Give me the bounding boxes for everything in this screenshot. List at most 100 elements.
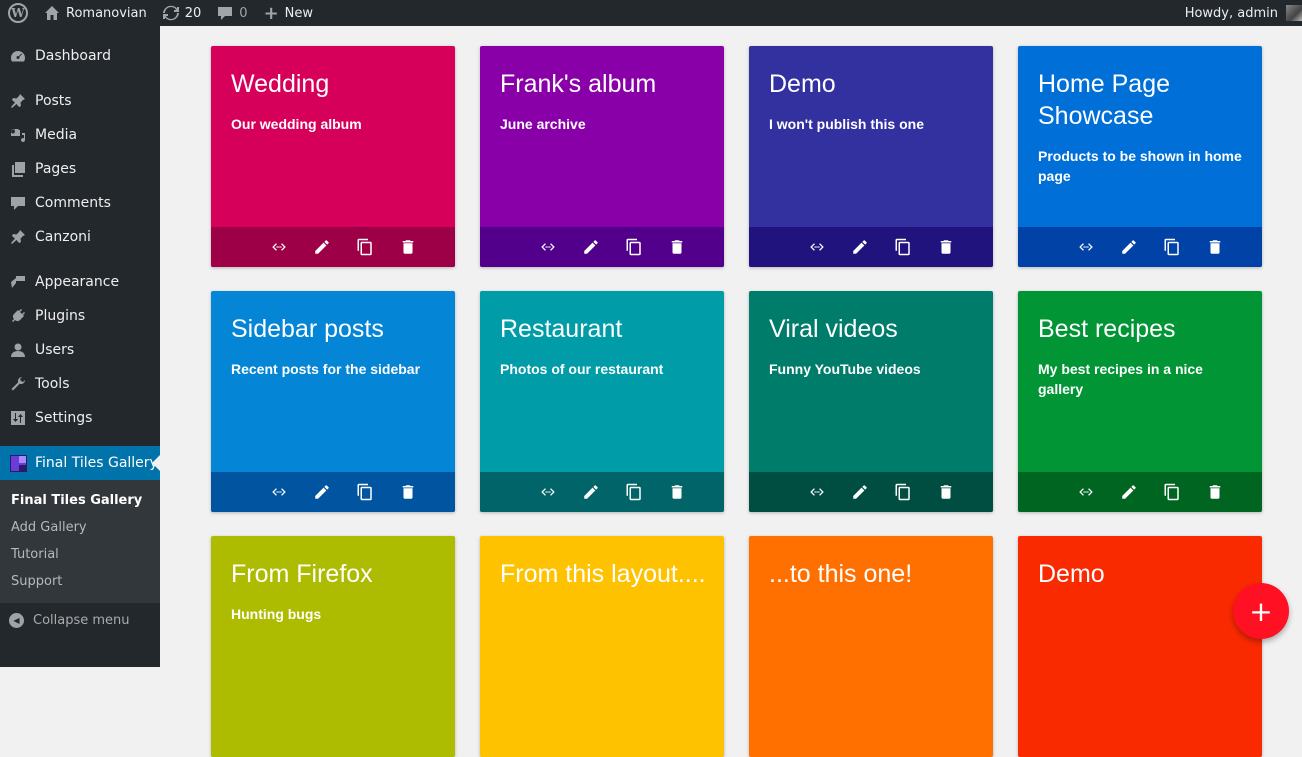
- gallery-tile[interactable]: From Firefox Hunting bugs: [211, 536, 455, 757]
- user-icon: [8, 342, 28, 358]
- copy-icon: [357, 483, 372, 501]
- code-icon: [271, 243, 286, 251]
- sidebar-item-settings[interactable]: Settings: [0, 401, 160, 435]
- delete-button[interactable]: [386, 477, 429, 507]
- shortcode-button[interactable]: [526, 232, 569, 262]
- sidebar-item-pages[interactable]: Pages: [0, 152, 160, 186]
- pencil-icon: [583, 240, 598, 254]
- edit-button[interactable]: [300, 232, 343, 262]
- delete-button[interactable]: [655, 477, 698, 507]
- shortcode-button[interactable]: [1064, 232, 1107, 262]
- gallery-description: Funny YouTube videos: [769, 361, 921, 377]
- sidebar-item-final-tiles-gallery[interactable]: Final Tiles Gallery: [0, 446, 160, 480]
- gallery-tile[interactable]: Best recipes My best recipes in a nice g…: [1018, 291, 1262, 512]
- gallery-tile[interactable]: Frank's album June archive: [480, 46, 724, 267]
- collapse-menu-label: Collapse menu: [33, 612, 130, 628]
- edit-button[interactable]: [569, 232, 612, 262]
- clone-button[interactable]: [1150, 477, 1193, 507]
- delete-button[interactable]: [1193, 477, 1236, 507]
- gallery-actions-bar: [1018, 227, 1262, 267]
- gallery-tile[interactable]: Viral videos Funny YouTube videos: [749, 291, 993, 512]
- edit-button[interactable]: [569, 477, 612, 507]
- submenu-support[interactable]: Support: [0, 568, 160, 595]
- sidebar-item-label: Settings: [35, 410, 93, 426]
- collapse-menu-button[interactable]: ◀ Collapse menu: [0, 603, 160, 637]
- gallery-tile[interactable]: From this layout....: [480, 536, 724, 757]
- copy-icon: [626, 238, 641, 256]
- gallery-tile[interactable]: Restaurant Photos of our restaurant: [480, 291, 724, 512]
- edit-button[interactable]: [1107, 477, 1150, 507]
- edit-button[interactable]: [300, 477, 343, 507]
- gallery-tile[interactable]: ...to this one!: [749, 536, 993, 757]
- submenu-add-gallery[interactable]: Add Gallery: [0, 514, 160, 541]
- gallery-actions-bar: [211, 227, 455, 267]
- sidebar-item-plugins[interactable]: Plugins: [0, 299, 160, 333]
- gallery-tile[interactable]: Wedding Our wedding album: [211, 46, 455, 267]
- sidebar-item-comments[interactable]: Comments: [0, 186, 160, 220]
- clone-button[interactable]: [881, 232, 924, 262]
- gallery-title: Viral videos: [769, 315, 898, 343]
- submenu-final-tiles-gallery[interactable]: Final Tiles Gallery: [0, 487, 160, 514]
- updates-link[interactable]: 20: [155, 0, 210, 26]
- admin-sidebar: Dashboard Posts Media Pages Comments Can…: [0, 26, 160, 667]
- delete-button[interactable]: [924, 477, 967, 507]
- gallery-title: Restaurant: [500, 315, 623, 343]
- gallery-tile[interactable]: Demo I won't publish this one: [749, 46, 993, 267]
- sidebar-item-label: Dashboard: [35, 48, 111, 64]
- wp-logo-menu[interactable]: W: [0, 0, 36, 26]
- sidebar-item-media[interactable]: Media: [0, 118, 160, 152]
- admin-bar: W Romanovian 20 0 + New Howdy, admin: [0, 0, 1302, 26]
- sidebar-item-posts[interactable]: Posts: [0, 84, 160, 118]
- my-account-link[interactable]: Howdy, admin: [1177, 0, 1302, 26]
- clone-button[interactable]: [612, 477, 655, 507]
- clone-button[interactable]: [343, 477, 386, 507]
- delete-button[interactable]: [386, 232, 429, 262]
- shortcode-button[interactable]: [257, 232, 300, 262]
- sidebar-item-dashboard[interactable]: Dashboard: [0, 39, 160, 73]
- edit-button[interactable]: [838, 232, 881, 262]
- submenu-tutorial[interactable]: Tutorial: [0, 541, 160, 568]
- clone-button[interactable]: [1150, 232, 1193, 262]
- sidebar-item-users[interactable]: Users: [0, 333, 160, 367]
- plus-icon: +: [1249, 594, 1273, 628]
- gallery-description: Photos of our restaurant: [500, 361, 664, 377]
- gallery-grid: Wedding Our wedding album Frank's album …: [211, 46, 1262, 757]
- trash-icon: [402, 485, 413, 499]
- shortcode-button[interactable]: [795, 232, 838, 262]
- gallery-actions-bar: [1018, 472, 1262, 512]
- edit-button[interactable]: [838, 477, 881, 507]
- pencil-icon: [852, 240, 867, 254]
- add-gallery-fab[interactable]: +: [1233, 583, 1289, 639]
- shortcode-button[interactable]: [795, 477, 838, 507]
- comments-link[interactable]: 0: [209, 0, 255, 26]
- wordpress-logo-icon: W: [8, 3, 28, 23]
- sidebar-item-appearance[interactable]: Appearance: [0, 265, 160, 299]
- delete-button[interactable]: [1193, 232, 1236, 262]
- shortcode-button[interactable]: [526, 477, 569, 507]
- new-label: New: [284, 5, 314, 21]
- clone-button[interactable]: [612, 232, 655, 262]
- clone-button[interactable]: [881, 477, 924, 507]
- shortcode-button[interactable]: [1064, 477, 1107, 507]
- copy-icon: [1164, 238, 1179, 256]
- shortcode-button[interactable]: [257, 477, 300, 507]
- clone-button[interactable]: [343, 232, 386, 262]
- site-name-link[interactable]: Romanovian: [36, 0, 155, 26]
- gallery-title: Frank's album: [500, 70, 657, 98]
- edit-button[interactable]: [1107, 232, 1150, 262]
- sidebar-item-tools[interactable]: Tools: [0, 367, 160, 401]
- gallery-title: Sidebar posts: [231, 315, 384, 343]
- gallery-tile[interactable]: Home Page Showcase Products to be shown …: [1018, 46, 1262, 267]
- sidebar-item-canzoni[interactable]: Canzoni: [0, 220, 160, 254]
- delete-button[interactable]: [655, 232, 698, 262]
- sidebar-item-label: Final Tiles Gallery: [35, 455, 158, 471]
- delete-button[interactable]: [924, 232, 967, 262]
- wrench-icon: [8, 376, 28, 392]
- gallery-tile[interactable]: Demo: [1018, 536, 1262, 757]
- gallery-description: My best recipes in a nice gallery: [1038, 361, 1203, 397]
- comment-icon: [8, 195, 28, 211]
- gallery-title: From this layout....: [500, 560, 706, 588]
- new-content-link[interactable]: + New: [256, 0, 321, 26]
- sidebar-item-label: Plugins: [35, 308, 86, 324]
- gallery-tile[interactable]: Sidebar posts Recent posts for the sideb…: [211, 291, 455, 512]
